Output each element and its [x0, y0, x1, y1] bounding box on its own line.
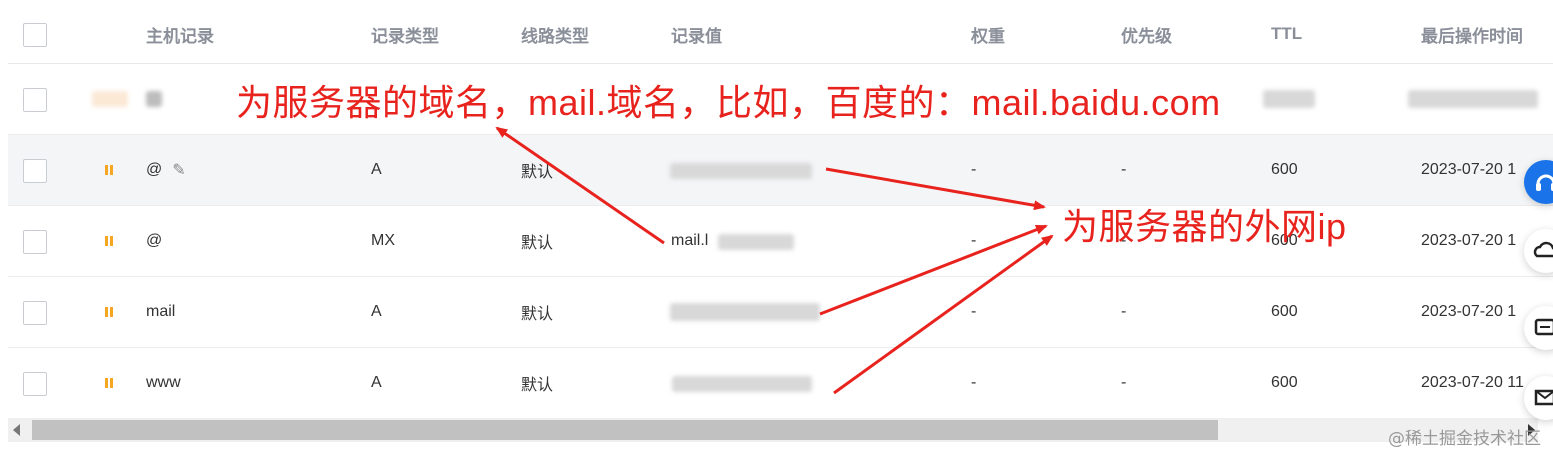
- arrow-to-domain-note: [495, 126, 665, 245]
- arrow-row1-to-ip: [825, 167, 1046, 211]
- annotation-arrows: [495, 126, 1054, 395]
- arrow-row3-to-ip: [819, 224, 1048, 316]
- arrow-row4-to-ip: [833, 234, 1054, 395]
- watermark: @稀土掘金技术社区: [1388, 429, 1541, 449]
